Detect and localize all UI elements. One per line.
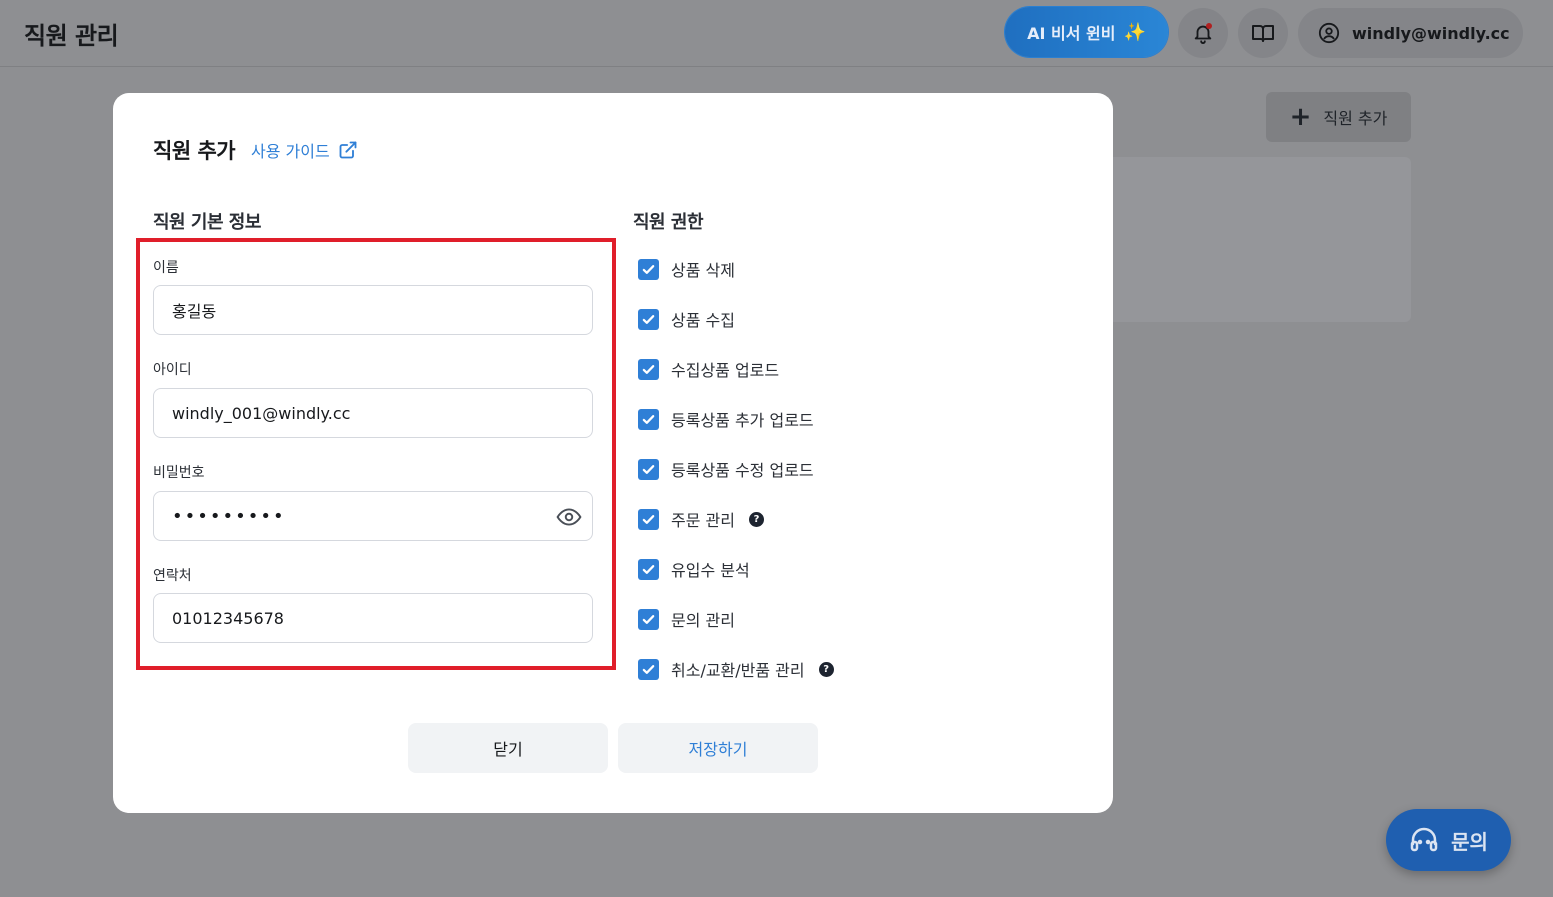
permission-item[interactable]: 유입수 분석 bbox=[638, 557, 750, 581]
checkbox-checked-icon[interactable] bbox=[638, 408, 659, 430]
notification-button[interactable] bbox=[1178, 8, 1228, 58]
usage-guide-label: 사용 가이드 bbox=[251, 142, 330, 161]
modal-title: 직원 추가 bbox=[153, 139, 236, 163]
permission-item[interactable]: 취소/교환/반품 관리 ? bbox=[638, 657, 834, 681]
save-button[interactable]: 저장하기 bbox=[618, 723, 818, 773]
sparkle-icon: ✨ bbox=[1123, 21, 1146, 43]
password-field[interactable]: ••••••••• bbox=[153, 491, 593, 541]
checkbox-checked-icon[interactable] bbox=[638, 508, 659, 530]
permission-label: 등록상품 추가 업로드 bbox=[671, 411, 814, 430]
ai-assistant-label: AI 비서 윈비 bbox=[1027, 24, 1116, 43]
password-label: 비밀번호 bbox=[153, 465, 205, 481]
inquiry-button[interactable]: 문의 bbox=[1386, 809, 1511, 871]
notification-dot bbox=[1206, 23, 1212, 29]
permission-label: 등록상품 수정 업로드 bbox=[671, 461, 814, 480]
account-email: windly@windly.cc bbox=[1352, 23, 1510, 43]
permission-label: 유입수 분석 bbox=[671, 561, 750, 580]
headset-icon bbox=[1410, 827, 1438, 852]
top-bar: 직원 관리 AI 비서 윈비 ✨ windly@windly.cc bbox=[0, 0, 1553, 67]
permission-label: 상품 수집 bbox=[671, 311, 735, 330]
book-icon bbox=[1252, 25, 1274, 42]
id-label: 아이디 bbox=[153, 362, 192, 378]
phone-input[interactable]: 01012345678 bbox=[153, 593, 593, 643]
checkbox-checked-icon[interactable] bbox=[638, 558, 659, 580]
name-input[interactable]: 홍길동 bbox=[153, 285, 593, 335]
guide-book-button[interactable] bbox=[1238, 8, 1288, 58]
permission-item[interactable]: 문의 관리 bbox=[638, 607, 735, 631]
password-value: ••••••••• bbox=[172, 505, 286, 527]
name-label: 이름 bbox=[153, 260, 179, 276]
permission-item[interactable]: 등록상품 추가 업로드 bbox=[638, 407, 814, 431]
add-employee-label: 직원 추가 bbox=[1323, 109, 1388, 128]
permission-item[interactable]: 수집상품 업로드 bbox=[638, 357, 779, 381]
inquiry-label: 문의 bbox=[1451, 829, 1488, 854]
permission-label: 취소/교환/반품 관리 bbox=[671, 661, 805, 680]
checkbox-checked-icon[interactable] bbox=[638, 458, 659, 480]
id-input[interactable]: windly_001@windly.cc bbox=[153, 388, 593, 438]
checkbox-checked-icon[interactable] bbox=[638, 258, 659, 280]
basic-info-title: 직원 기본 정보 bbox=[153, 212, 261, 233]
permission-label: 수집상품 업로드 bbox=[671, 361, 780, 380]
permission-label: 상품 삭제 bbox=[671, 261, 735, 280]
add-employee-modal: 직원 추가 사용 가이드 직원 기본 정보 직원 권한 이름 홍길동 아이디 w… bbox=[113, 93, 1113, 813]
close-button[interactable]: 닫기 bbox=[408, 723, 608, 773]
permission-label: 문의 관리 bbox=[671, 611, 735, 630]
add-employee-button[interactable]: + 직원 추가 bbox=[1266, 92, 1411, 142]
permission-label: 주문 관리 bbox=[671, 511, 735, 530]
permission-item[interactable]: 주문 관리 ? bbox=[638, 507, 764, 531]
account-button[interactable]: windly@windly.cc bbox=[1298, 8, 1523, 58]
plus-icon: + bbox=[1289, 102, 1312, 132]
phone-label: 연락처 bbox=[153, 568, 192, 584]
checkbox-checked-icon[interactable] bbox=[638, 658, 659, 680]
help-icon[interactable]: ? bbox=[818, 661, 834, 677]
usage-guide-link[interactable]: 사용 가이드 bbox=[251, 138, 358, 162]
checkbox-checked-icon[interactable] bbox=[638, 308, 659, 330]
permissions-title: 직원 권한 bbox=[633, 212, 704, 233]
user-circle-icon bbox=[1318, 22, 1340, 44]
permission-item[interactable]: 상품 삭제 bbox=[638, 257, 735, 281]
permission-item[interactable]: 등록상품 수정 업로드 bbox=[638, 457, 814, 481]
external-link-icon bbox=[339, 141, 357, 159]
page-title: 직원 관리 bbox=[24, 22, 119, 50]
employee-list-panel bbox=[1100, 157, 1411, 322]
checkbox-checked-icon[interactable] bbox=[638, 358, 659, 380]
checkbox-checked-icon[interactable] bbox=[638, 608, 659, 630]
eye-icon[interactable] bbox=[556, 504, 582, 530]
permission-item[interactable]: 상품 수집 bbox=[638, 307, 735, 331]
ai-assistant-button[interactable]: AI 비서 윈비 ✨ bbox=[1005, 7, 1168, 57]
help-icon[interactable]: ? bbox=[748, 511, 764, 527]
